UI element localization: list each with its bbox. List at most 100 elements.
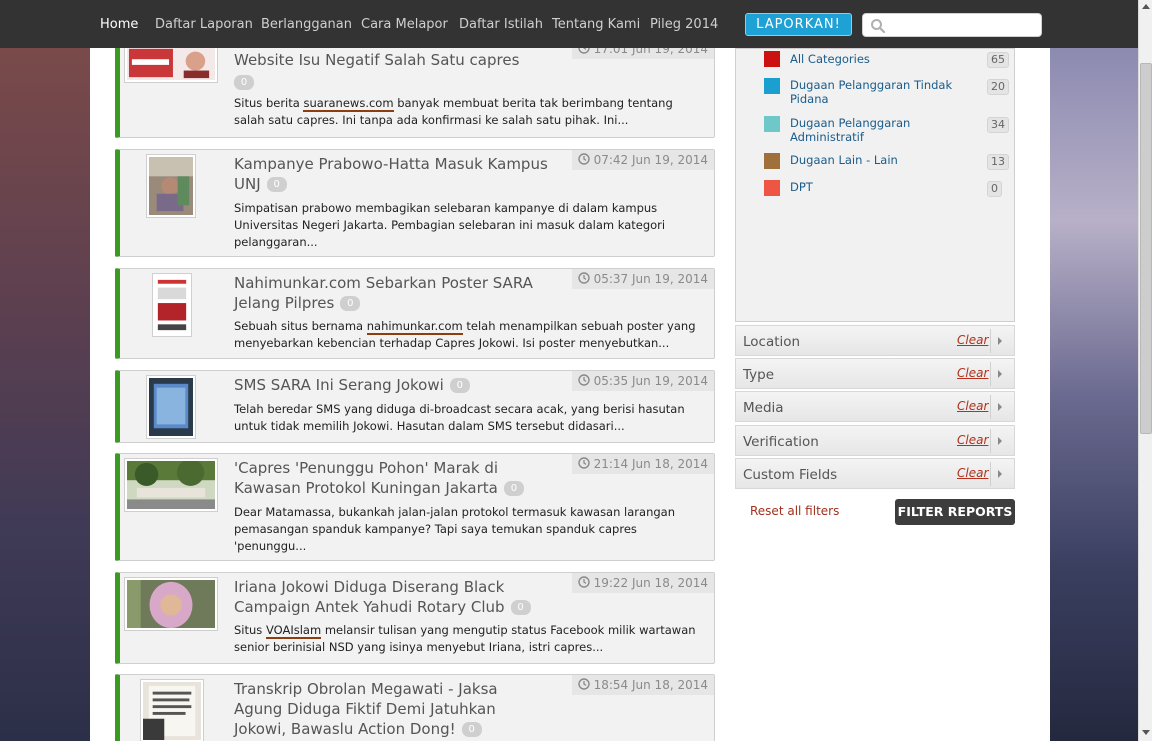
- excerpt-link[interactable]: nahimunkar.com: [366, 319, 463, 335]
- report-thumbnail[interactable]: [124, 577, 218, 631]
- nav-berlangganan[interactable]: Berlangganan: [261, 17, 352, 32]
- background-left: [0, 48, 90, 741]
- report-title[interactable]: Kampanye Prabowo-Hatta Masuk Kampus UNJ 0: [234, 154, 574, 194]
- report-title[interactable]: Website Isu Negatif Salah Satu capres: [234, 50, 594, 70]
- report-item[interactable]: Kampanye Prabowo-Hatta Masuk Kampus UNJ 0…: [115, 149, 715, 257]
- filter-type[interactable]: Type Clear: [735, 358, 1015, 389]
- comment-count-badge[interactable]: 0: [449, 378, 470, 393]
- filter-name[interactable]: Media: [743, 400, 784, 416]
- report-item[interactable]: Website Isu Negatif Salah Satu capres 0 …: [115, 48, 715, 138]
- clock-icon: [577, 678, 590, 690]
- category-panel: All Categories 65 Dugaan Pelanggaran Tin…: [735, 48, 1015, 322]
- scroll-down-icon[interactable]: [1142, 730, 1150, 735]
- filter-clear-link[interactable]: Clear: [957, 399, 988, 413]
- report-title[interactable]: SMS SARA Ini Serang Jokowi 0: [234, 375, 564, 395]
- report-date: 05:37 Jun 19, 2014: [571, 269, 714, 289]
- chevron-right-icon[interactable]: [998, 337, 1002, 345]
- reset-filters-link[interactable]: Reset all filters: [750, 504, 839, 518]
- category-color-swatch: [764, 153, 780, 169]
- report-thumbnail[interactable]: [140, 679, 204, 741]
- nav-tentang-kami[interactable]: Tentang Kami: [552, 17, 640, 32]
- filter-divider: [990, 429, 991, 453]
- report-thumbnail[interactable]: [146, 154, 196, 218]
- excerpt-link[interactable]: suaranews.com: [303, 96, 394, 112]
- nav-home[interactable]: Home: [100, 17, 138, 32]
- chevron-right-icon[interactable]: [998, 403, 1002, 411]
- filter-location[interactable]: Location Clear: [735, 325, 1015, 356]
- scroll-up-icon[interactable]: [1142, 4, 1150, 9]
- clock-icon: [577, 48, 590, 54]
- comment-count-badge[interactable]: 0: [503, 481, 524, 496]
- laporkan-button[interactable]: LAPORKAN!: [745, 13, 852, 36]
- category-color-swatch: [764, 180, 780, 196]
- chevron-right-icon[interactable]: [998, 370, 1002, 378]
- page-scrollbar[interactable]: [1138, 0, 1152, 741]
- report-excerpt: Situs berita suaranews.com banyak membua…: [234, 96, 673, 127]
- search-box[interactable]: [862, 13, 1042, 37]
- scrollbar-thumb[interactable]: [1140, 63, 1152, 434]
- report-item[interactable]: Iriana Jokowi Diduga Diserang Black Camp…: [115, 572, 715, 664]
- report-title[interactable]: 'Capres 'Penunggu Pohon' Marak di Kawasa…: [234, 458, 564, 498]
- nav-pileg-2014[interactable]: Pileg 2014: [650, 17, 718, 32]
- filter-verification[interactable]: Verification Clear: [735, 425, 1015, 456]
- filter-media[interactable]: Media Clear: [735, 391, 1015, 422]
- nav-daftar-istilah[interactable]: Daftar Istilah: [459, 17, 543, 32]
- report-excerpt: Sebuah situs bernama nahimunkar.com tela…: [234, 319, 696, 350]
- category-name[interactable]: All Categories: [790, 52, 965, 66]
- report-title[interactable]: Nahimunkar.com Sebarkan Poster SARA Jela…: [234, 273, 564, 313]
- report-date: 05:35 Jun 19, 2014: [571, 371, 714, 391]
- report-title[interactable]: Iriana Jokowi Diduga Diserang Black Camp…: [234, 577, 564, 617]
- comment-count-badge[interactable]: 0: [510, 600, 531, 615]
- report-date: 21:14 Jun 18, 2014: [571, 454, 714, 474]
- filter-divider: [990, 362, 991, 386]
- filter-name[interactable]: Location: [743, 334, 800, 350]
- category-count: 13: [987, 154, 1009, 170]
- chevron-right-icon[interactable]: [998, 470, 1002, 478]
- clock-icon: [577, 576, 590, 588]
- category-name[interactable]: Dugaan Pelanggaran Tindak Pidana: [790, 78, 965, 106]
- comment-count-badge[interactable]: 0: [234, 75, 254, 90]
- comment-count-badge[interactable]: 0: [266, 177, 287, 192]
- report-thumbnail[interactable]: [152, 273, 192, 337]
- report-comments-row: 0: [234, 72, 254, 92]
- report-thumbnail[interactable]: [124, 458, 218, 512]
- filter-clear-link[interactable]: Clear: [957, 433, 988, 447]
- report-excerpt: Dear Matamassa, bukankah jalan-jalan pro…: [234, 505, 675, 553]
- filter-clear-link[interactable]: Clear: [957, 366, 988, 380]
- filter-custom-fields[interactable]: Custom Fields Clear: [735, 458, 1015, 489]
- filter-name[interactable]: Verification: [743, 434, 819, 450]
- report-item[interactable]: 'Capres 'Penunggu Pohon' Marak di Kawasa…: [115, 453, 715, 561]
- report-thumbnail[interactable]: [146, 375, 196, 439]
- search-icon: [871, 19, 886, 34]
- search-input[interactable]: [889, 16, 1037, 34]
- category-name[interactable]: Dugaan Lain - Lain: [790, 153, 965, 167]
- category-count: 0: [987, 181, 1002, 197]
- chevron-right-icon[interactable]: [998, 437, 1002, 445]
- report-item[interactable]: Transkrip Obrolan Megawati - Jaksa Agung…: [115, 674, 715, 741]
- filter-clear-link[interactable]: Clear: [957, 333, 988, 347]
- report-item[interactable]: Nahimunkar.com Sebarkan Poster SARA Jela…: [115, 268, 715, 359]
- report-date: 18:54 Jun 18, 2014: [571, 675, 714, 695]
- category-name[interactable]: Dugaan Pelanggaran Administratif: [790, 116, 965, 144]
- category-name[interactable]: DPT: [790, 180, 965, 194]
- top-navbar: Home Daftar Laporan Berlangganan Cara Me…: [0, 0, 1138, 48]
- clock-icon: [577, 374, 590, 386]
- filter-name[interactable]: Type: [743, 367, 774, 383]
- report-date: 19:22 Jun 18, 2014: [571, 573, 714, 593]
- clock-icon: [577, 153, 590, 165]
- category-count: 20: [987, 79, 1009, 95]
- nav-cara-melapor[interactable]: Cara Melapor: [361, 17, 448, 32]
- filter-clear-link[interactable]: Clear: [957, 466, 988, 480]
- report-thumbnail[interactable]: [124, 48, 218, 83]
- excerpt-link[interactable]: VOAIslam: [265, 623, 322, 639]
- filter-reports-button[interactable]: FILTER REPORTS: [895, 499, 1015, 525]
- nav-daftar-laporan[interactable]: Daftar Laporan: [155, 17, 253, 32]
- report-item[interactable]: SMS SARA Ini Serang Jokowi 0 05:35 Jun 19…: [115, 370, 715, 443]
- filter-name[interactable]: Custom Fields: [743, 467, 837, 483]
- comment-count-badge[interactable]: 0: [340, 296, 361, 311]
- comment-count-badge[interactable]: 0: [461, 722, 482, 737]
- report-excerpt: Telah beredar SMS yang diduga di-broadca…: [234, 402, 685, 433]
- filter-divider: [990, 329, 991, 353]
- main-content: Website Isu Negatif Salah Satu capres 0 …: [90, 48, 1050, 741]
- report-title[interactable]: Transkrip Obrolan Megawati - Jaksa Agung…: [234, 679, 534, 739]
